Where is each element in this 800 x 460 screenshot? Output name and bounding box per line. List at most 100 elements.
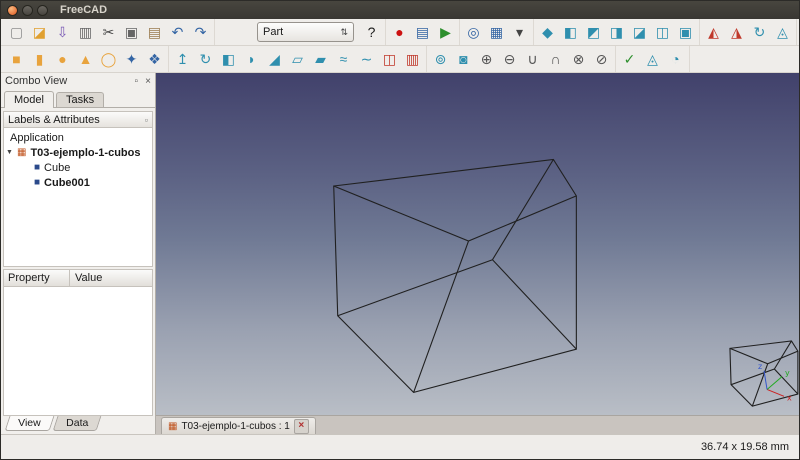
tab-tasks-label: Tasks bbox=[66, 94, 94, 106]
view-right-icon[interactable]: ◨ bbox=[605, 21, 628, 43]
union-icon[interactable]: ∪ bbox=[521, 48, 544, 70]
revolve-icon[interactable]: ↻ bbox=[194, 48, 217, 70]
macro-play-icon[interactable]: ▶ bbox=[434, 21, 457, 43]
open-document-icon[interactable]: ◪ bbox=[28, 21, 51, 43]
chamfer-icon[interactable]: ◢ bbox=[263, 48, 286, 70]
combo-view-tabs: Model Tasks bbox=[1, 89, 155, 108]
check-geometry-icon[interactable]: ✓ bbox=[618, 48, 641, 70]
workbench-selector[interactable]: Part ⇅ bbox=[257, 22, 354, 42]
ruled-surface-icon[interactable]: ▰ bbox=[309, 48, 332, 70]
redo-icon[interactable]: ↷ bbox=[189, 21, 212, 43]
combo-view-panel: Combo View ▫ × Model Tasks Labels & Attr… bbox=[1, 73, 156, 434]
tab-model-label: Model bbox=[14, 94, 44, 106]
tab-tasks[interactable]: Tasks bbox=[56, 92, 104, 107]
wireframe-scene: x y z bbox=[156, 73, 799, 415]
refine-shape-icon[interactable]: ◔ bbox=[664, 48, 687, 70]
view-left-icon[interactable]: ▣ bbox=[674, 21, 697, 43]
close-panel-icon[interactable]: × bbox=[145, 76, 151, 87]
split-icon[interactable]: ⊘ bbox=[590, 48, 613, 70]
document-tab[interactable]: ▦ T03-ejemplo-1-cubos : 1 × bbox=[161, 417, 316, 434]
tab-view[interactable]: View bbox=[5, 416, 54, 431]
macro-edit-icon[interactable]: ▤ bbox=[411, 21, 434, 43]
measure-toolbar-group: ◭◮↻◬ bbox=[700, 19, 797, 45]
dimensions-readout: 36.74 x 19.58 mm bbox=[701, 441, 789, 453]
save-icon[interactable]: ⇩ bbox=[51, 21, 74, 43]
expander-icon[interactable]: ▼ bbox=[6, 149, 17, 156]
document-icon: ▦ bbox=[17, 148, 26, 158]
tree-item-cube[interactable]: ■ Cube bbox=[4, 160, 152, 175]
draw-style-icon[interactable]: ▦ bbox=[485, 21, 508, 43]
main-toolbar: ▢◪⇩▥✂▣▤↶↷ Part ⇅ ? ●▤▶ ◎▦▾ ◆◧◩◨◪◫▣ ◭◮↻◬ bbox=[1, 19, 799, 46]
cube-wireframe[interactable] bbox=[334, 159, 577, 392]
maximize-window-button[interactable] bbox=[37, 5, 48, 16]
workbench-selected-label: Part bbox=[263, 26, 283, 38]
box-icon[interactable]: ■ bbox=[5, 48, 28, 70]
offset-icon[interactable]: ⊚ bbox=[429, 48, 452, 70]
view-bottom-icon[interactable]: ◫ bbox=[651, 21, 674, 43]
tree-cube-label: Cube bbox=[44, 162, 70, 174]
boolean-icon[interactable]: ⊕ bbox=[475, 48, 498, 70]
sweep-icon[interactable]: ∼ bbox=[355, 48, 378, 70]
tab-data[interactable]: Data bbox=[52, 416, 101, 431]
cylinder-icon[interactable]: ▮ bbox=[28, 48, 51, 70]
intersection-icon[interactable]: ∩ bbox=[544, 48, 567, 70]
view-top-icon[interactable]: ◩ bbox=[582, 21, 605, 43]
sphere-icon[interactable]: ● bbox=[51, 48, 74, 70]
header-options-icon[interactable]: ▫ bbox=[145, 115, 148, 125]
extrude-icon[interactable]: ↥ bbox=[171, 48, 194, 70]
measure-clear-icon[interactable]: ◬ bbox=[771, 21, 794, 43]
tab-model[interactable]: Model bbox=[4, 91, 54, 108]
connect-icon[interactable]: ⊗ bbox=[567, 48, 590, 70]
macro-record-icon[interactable]: ● bbox=[388, 21, 411, 43]
float-panel-icon[interactable]: ▫ bbox=[135, 76, 139, 87]
shape-builder-icon[interactable]: ❖ bbox=[143, 48, 166, 70]
cone-icon[interactable]: ▲ bbox=[74, 48, 97, 70]
statusbar: 36.74 x 19.58 mm bbox=[1, 434, 799, 459]
labels-attributes-title: Labels & Attributes bbox=[8, 114, 100, 126]
mirror-icon[interactable]: ◧ bbox=[217, 48, 240, 70]
loft-icon[interactable]: ≈ bbox=[332, 48, 355, 70]
minimize-window-button[interactable] bbox=[22, 5, 33, 16]
tab-data-label: Data bbox=[66, 417, 88, 429]
fillet-icon[interactable]: ◗ bbox=[240, 48, 263, 70]
freecad-document-icon: ▦ bbox=[168, 421, 177, 432]
part-toolbar: ■▮●▲◯✦❖ ↥↻◧◗◢▱▰≈∼◫▥ ⊚◙⊕⊖∪∩⊗⊘ ✓◬◔ bbox=[1, 46, 799, 73]
print-icon[interactable]: ▥ bbox=[74, 21, 97, 43]
view-isometric-icon[interactable]: ◆ bbox=[536, 21, 559, 43]
zoom-fit-icon[interactable]: ◎ bbox=[462, 21, 485, 43]
document-tab-label: T03-ejemplo-1-cubos : 1 bbox=[181, 421, 289, 432]
view-rear-icon[interactable]: ◪ bbox=[628, 21, 651, 43]
whats-this-icon[interactable]: ? bbox=[360, 21, 383, 43]
macro-toolbar-group: ●▤▶ bbox=[386, 19, 460, 45]
cut-icon[interactable]: ✂ bbox=[97, 21, 120, 43]
torus-icon[interactable]: ◯ bbox=[97, 48, 120, 70]
make-face-icon[interactable]: ▱ bbox=[286, 48, 309, 70]
undo-icon[interactable]: ↶ bbox=[166, 21, 189, 43]
cross-sections-icon[interactable]: ▥ bbox=[401, 48, 424, 70]
copy-icon[interactable]: ▣ bbox=[120, 21, 143, 43]
close-window-button[interactable] bbox=[7, 5, 18, 16]
measure-linear-icon[interactable]: ◭ bbox=[702, 21, 725, 43]
help-toolbar-group: ? bbox=[358, 19, 386, 45]
section-icon[interactable]: ◫ bbox=[378, 48, 401, 70]
property-editor-body[interactable] bbox=[3, 287, 153, 416]
new-document-icon[interactable]: ▢ bbox=[5, 21, 28, 43]
measure-angular-icon[interactable]: ◮ bbox=[725, 21, 748, 43]
boolean-cut-icon[interactable]: ⊖ bbox=[498, 48, 521, 70]
model-tree: Application ▼ ▦ T03-ejemplo-1-cubos ■ Cu… bbox=[3, 128, 153, 267]
measure-refresh-icon[interactable]: ↻ bbox=[748, 21, 771, 43]
chevron-down-icon[interactable]: ▾ bbox=[508, 21, 531, 43]
thickness-icon[interactable]: ◙ bbox=[452, 48, 475, 70]
property-column-header: Property bbox=[4, 270, 70, 286]
tree-item-cube001[interactable]: ■ Cube001 bbox=[4, 175, 152, 190]
close-document-icon[interactable]: × bbox=[294, 419, 309, 434]
tree-item-application[interactable]: Application bbox=[4, 130, 152, 145]
tree-cube001-label: Cube001 bbox=[44, 177, 90, 189]
tree-item-document[interactable]: ▼ ▦ T03-ejemplo-1-cubos bbox=[4, 145, 152, 160]
create-primitives-icon[interactable]: ✦ bbox=[120, 48, 143, 70]
view-front-icon[interactable]: ◧ bbox=[559, 21, 582, 43]
paste-icon[interactable]: ▤ bbox=[143, 21, 166, 43]
labels-attributes-header: Labels & Attributes ▫ bbox=[3, 111, 153, 128]
defeaturing-icon[interactable]: ◬ bbox=[641, 48, 664, 70]
3d-viewport[interactable]: x y z bbox=[156, 73, 799, 415]
